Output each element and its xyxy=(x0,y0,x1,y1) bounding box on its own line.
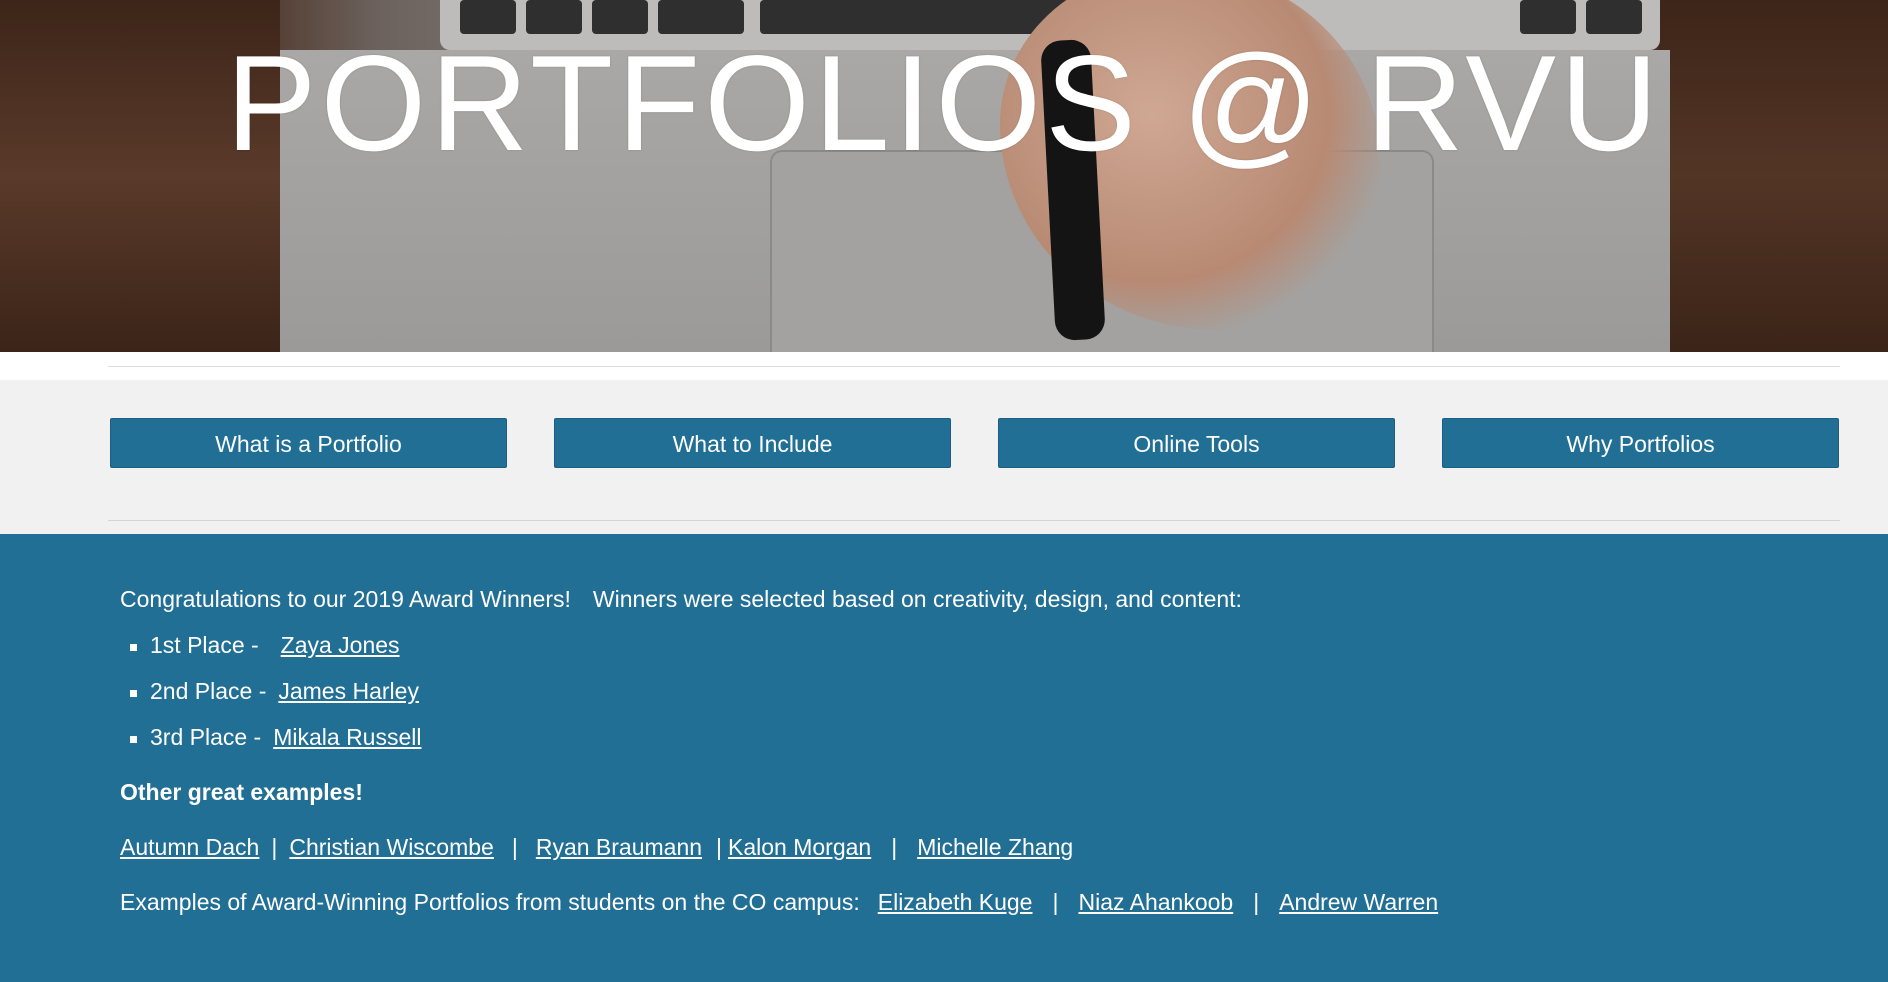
co-link-niaz-ahankoob[interactable]: Niaz Ahankoob xyxy=(1078,889,1233,915)
bullet-marker xyxy=(130,644,137,651)
winner-place: 3rd Place - xyxy=(150,724,262,750)
nav-button-bar: What is a Portfolio What to Include Onli… xyxy=(0,380,1888,534)
hero-banner: PORTFOLIOS @ RVU xyxy=(0,0,1888,352)
link-separator: | xyxy=(716,834,723,860)
example-link-kalon-morgan[interactable]: Kalon Morgan xyxy=(728,834,871,860)
example-link-ryan-braumann[interactable]: Ryan Braumann xyxy=(536,834,702,860)
divider-bottom xyxy=(108,520,1840,521)
link-separator: | xyxy=(1052,889,1059,915)
winner-link-mikala-russell[interactable]: Mikala Russell xyxy=(273,724,421,750)
intro-criteria-text: Winners were selected based on creativit… xyxy=(592,586,1242,612)
co-link-elizabeth-kuge[interactable]: Elizabeth Kuge xyxy=(878,889,1033,915)
winner-item-3: 3rd Place - Mikala Russell xyxy=(150,724,421,751)
winner-place: 1st Place - xyxy=(150,632,259,658)
winner-item-1: 1st Place - Zaya Jones xyxy=(150,632,400,659)
co-link-andrew-warren[interactable]: Andrew Warren xyxy=(1279,889,1438,915)
example-link-michelle-zhang[interactable]: Michelle Zhang xyxy=(917,834,1073,860)
award-winners-section: Congratulations to our 2019 Award Winner… xyxy=(0,534,1888,982)
what-is-a-portfolio-button[interactable]: What is a Portfolio xyxy=(110,418,507,468)
divider-top xyxy=(108,366,1840,367)
link-separator: | xyxy=(1253,889,1260,915)
co-campus-label: Examples of Award-Winning Portfolios fro… xyxy=(120,889,860,915)
page-title: PORTFOLIOS @ RVU xyxy=(225,27,1663,179)
winner-place: 2nd Place - xyxy=(150,678,267,704)
winner-item-2: 2nd Place - James Harley xyxy=(150,678,419,705)
bullet-marker xyxy=(130,690,137,697)
bullet-marker xyxy=(130,736,137,743)
example-link-christian-wiscombe[interactable]: Christian Wiscombe xyxy=(289,834,494,860)
what-to-include-button[interactable]: What to Include xyxy=(554,418,951,468)
example-link-autumn-dach[interactable]: Autumn Dach xyxy=(120,834,259,860)
why-portfolios-button[interactable]: Why Portfolios xyxy=(1442,418,1839,468)
link-separator: | xyxy=(891,834,898,860)
other-examples-links: Autumn Dach | Christian Wiscombe | Ryan Brau… xyxy=(120,834,1073,861)
co-campus-line: Examples of Award-Winning Portfolios fro… xyxy=(120,889,1438,916)
intro-congrats-text: Congratulations to our 2019 Award Winner… xyxy=(120,586,571,612)
winner-link-zaya-jones[interactable]: Zaya Jones xyxy=(281,632,400,658)
intro-line: Congratulations to our 2019 Award Winner… xyxy=(120,586,1242,613)
online-tools-button[interactable]: Online Tools xyxy=(998,418,1395,468)
link-separator: | xyxy=(511,834,518,860)
winner-link-james-harley[interactable]: James Harley xyxy=(278,678,419,704)
link-separator: | xyxy=(271,834,278,860)
other-examples-heading: Other great examples! xyxy=(120,779,363,805)
